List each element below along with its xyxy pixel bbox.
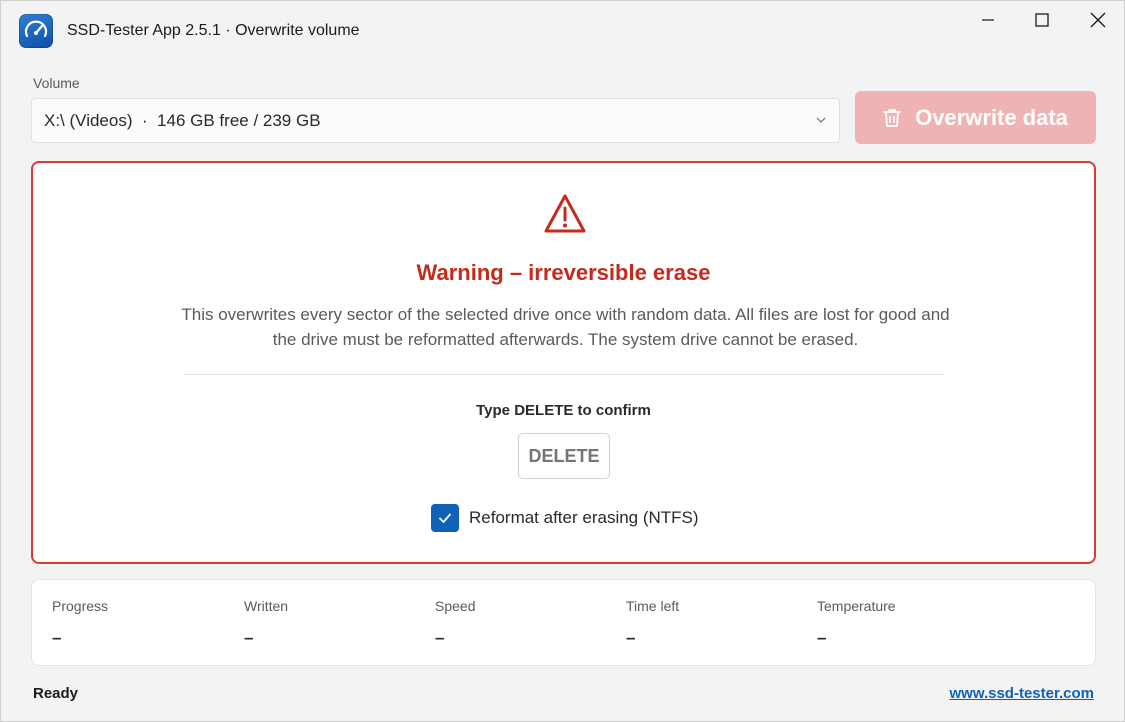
volume-label: Volume (33, 75, 80, 91)
maximize-button[interactable] (1019, 1, 1065, 39)
speed-value: – (435, 628, 445, 647)
app-window: SSD-Tester App 2.5.1 · Overwrite volume … (0, 0, 1125, 722)
warning-title: Warning – irreversible erase (416, 260, 711, 285)
time-left-value: – (626, 628, 636, 647)
maximize-icon (1035, 13, 1049, 27)
temperature-value: – (817, 628, 827, 647)
title-bar: SSD-Tester App 2.5.1 · Overwrite volume (1, 1, 1124, 63)
stat-progress: Progress – (52, 598, 108, 648)
close-button[interactable] (1075, 1, 1121, 39)
reformat-label: Reformat after erasing (NTFS) (469, 508, 699, 527)
overwrite-data-label: Overwrite data (915, 104, 1068, 130)
warning-panel: Warning – irreversible erase This overwr… (31, 161, 1096, 564)
volume-select[interactable]: X:\ (Videos) · 146 GB free / 239 GB (31, 98, 840, 143)
chevron-down-icon (816, 117, 826, 123)
divider (183, 374, 944, 375)
checkmark-icon (439, 513, 451, 523)
temperature-label: Temperature (817, 598, 896, 614)
stat-temperature: Temperature – (817, 598, 896, 648)
volume-selected-value: X:\ (Videos) · 146 GB free / 239 GB (44, 110, 321, 130)
confirm-input[interactable] (518, 433, 610, 479)
speed-label: Speed (435, 598, 476, 614)
minimize-icon (982, 19, 994, 21)
window-title: SSD-Tester App 2.5.1 · Overwrite volume (67, 22, 360, 39)
stat-time-left: Time left – (626, 598, 679, 648)
stat-written: Written – (244, 598, 288, 648)
warning-text: This overwrites every sector of the sele… (181, 305, 950, 349)
website-link[interactable]: www.ssd-tester.com (950, 685, 1095, 702)
progress-label: Progress (52, 598, 109, 614)
confirm-label: Type DELETE to confirm (476, 402, 651, 419)
close-icon (1090, 12, 1106, 28)
written-label: Written (244, 598, 289, 614)
stats-panel: Progress – Written – Speed – Time left –… (31, 579, 1096, 666)
reformat-option[interactable]: Reformat after erasing (NTFS) (431, 503, 699, 533)
time-left-label: Time left (626, 598, 680, 614)
stat-speed: Speed – (435, 598, 475, 648)
status-text: Ready (33, 685, 79, 702)
overwrite-data-button[interactable]: Overwrite data (855, 91, 1096, 144)
trash-icon (883, 108, 901, 127)
progress-value: – (52, 628, 62, 647)
speedometer-icon (19, 14, 53, 48)
warning-triangle-icon (544, 194, 586, 233)
written-value: – (244, 628, 254, 647)
reformat-checkbox[interactable] (431, 504, 459, 532)
minimize-button[interactable] (965, 1, 1011, 39)
